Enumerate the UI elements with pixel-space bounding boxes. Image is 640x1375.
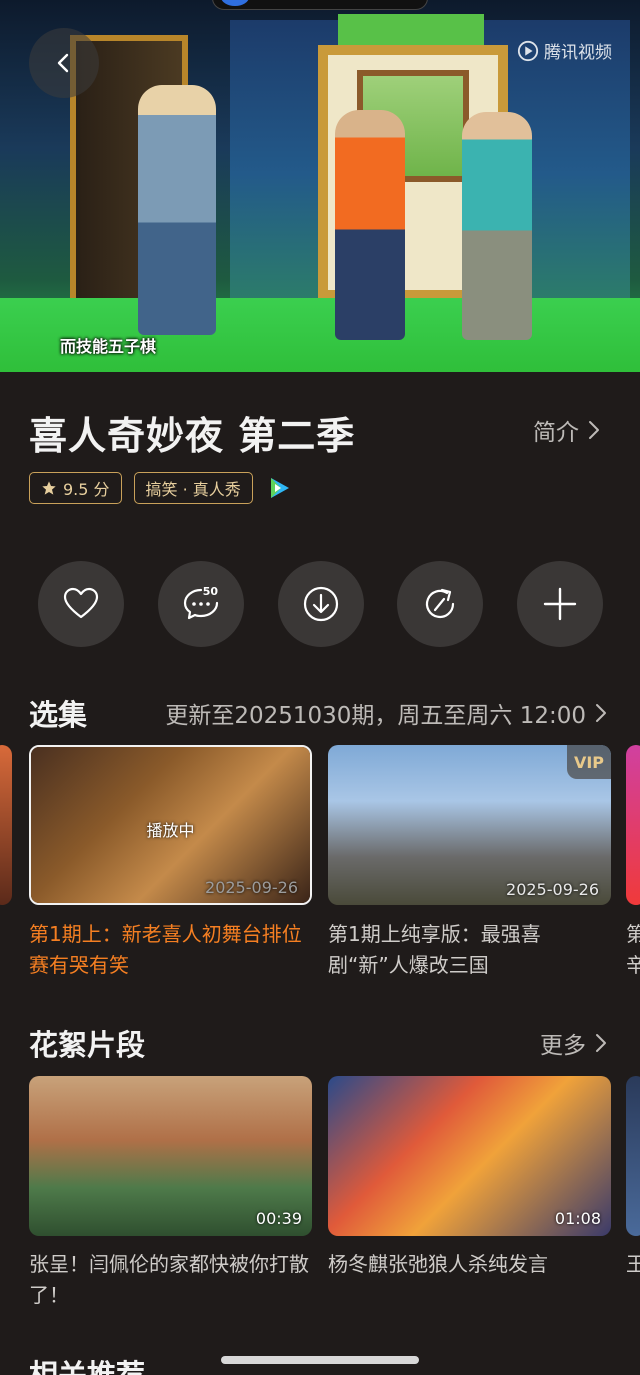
comment-count: 50 [202, 585, 219, 598]
chevron-left-icon [57, 53, 69, 73]
intro-label: 简介 [533, 420, 579, 446]
episodes-update-link[interactable]: 更新至20251030期，周五至周六 12:00 [165, 696, 608, 730]
action-bar: 50 [38, 561, 603, 647]
tencent-video-play-icon [270, 478, 289, 498]
episode-card[interactable]: 播放中 2025-09-26 [29, 745, 312, 905]
home-indicator[interactable] [221, 1356, 419, 1364]
stage-sign [338, 14, 484, 46]
chevron-right-icon [596, 704, 606, 722]
episode-date: 2025-09-26 [506, 880, 599, 899]
episode-thumbnail: VIP 2025-09-26 [328, 745, 611, 905]
episode-list: 播放中 2025-09-26 VIP 2025-09-26 第1期上：新老喜人初… [0, 745, 640, 985]
related-section-title: 相关推荐 [29, 1358, 146, 1375]
heart-icon [63, 587, 99, 619]
clips-section-title: 花絮片段 [29, 1028, 146, 1062]
watermark: 腾讯视频 [517, 38, 612, 63]
episode-title[interactable]: 第1期上纯享版：最强喜剧“新”人爆改三国 [328, 919, 611, 981]
download-button[interactable] [277, 561, 364, 647]
share-icon [426, 588, 455, 619]
video-subtitle: 而技能五子棋 [60, 337, 157, 356]
episodes-update-info: 更新至20251030期，周五至周六 12:00 [165, 703, 586, 729]
clip-duration: 01:08 [554, 1209, 601, 1228]
share-button[interactable] [397, 561, 484, 647]
clip-title[interactable]: 杨冬麒张弛狼人杀纯发言 [328, 1249, 611, 1280]
back-button[interactable] [29, 28, 99, 98]
tencent-video-logo-icon [517, 40, 539, 61]
performer-left [138, 85, 216, 335]
playing-label: 播放中 [146, 821, 195, 840]
episode-title[interactable]: 第1期上：新老喜人初舞台排位赛有哭有笑 [29, 919, 312, 981]
show-title: 喜人奇妙夜 第二季 [29, 414, 356, 458]
chevron-right-icon [596, 1034, 606, 1052]
show-tags: 9.5 分 搞笑 · 真人秀 [29, 472, 293, 504]
watermark-text: 腾讯视频 [544, 43, 612, 63]
episode-card[interactable]: VIP 2025-09-26 [328, 745, 611, 905]
clip-title-next[interactable]: 王 [626, 1249, 640, 1280]
intro-link[interactable]: 简介 [533, 413, 601, 447]
rating-text: 9.5 分 [63, 480, 110, 499]
star-icon [42, 481, 56, 495]
performer-middle [335, 110, 405, 340]
episode-date: 2025-09-26 [205, 878, 298, 897]
performer-right [462, 112, 532, 340]
clip-duration: 00:39 [255, 1209, 302, 1228]
episode-title-next[interactable]: 第辛 [626, 919, 640, 981]
download-icon [303, 586, 338, 622]
clip-list: 00:39 01:08 张呈！闫佩伦的家都快被你打散了！ 杨冬麒张弛狼人杀纯发言… [0, 1076, 640, 1316]
favorite-button[interactable] [38, 561, 124, 647]
clip-card-next[interactable] [626, 1076, 640, 1236]
vip-badge: VIP [567, 745, 611, 779]
genre-text: 搞笑 · 真人秀 [145, 480, 241, 499]
genre-tag[interactable]: 搞笑 · 真人秀 [133, 472, 253, 504]
chevron-right-icon [589, 421, 599, 439]
rating-tag: 9.5 分 [29, 472, 122, 504]
clip-card[interactable]: 00:39 [29, 1076, 312, 1236]
add-button[interactable] [517, 561, 603, 647]
clips-more-link[interactable]: 更多 [540, 1026, 608, 1060]
plus-icon [543, 587, 577, 621]
clip-title[interactable]: 张呈！闫佩伦的家都快被你打散了！ [29, 1249, 312, 1311]
video-player[interactable]: 而技能五子棋 腾讯视频 [0, 0, 640, 372]
clip-card[interactable]: 01:08 [328, 1076, 611, 1236]
episodes-section-title: 选集 [29, 698, 88, 732]
comment-button[interactable]: 50 [157, 561, 244, 647]
episode-thumbnail: 播放中 2025-09-26 [31, 747, 310, 903]
episode-card-prev[interactable] [0, 745, 12, 905]
episode-card-next[interactable] [626, 745, 640, 905]
more-label: 更多 [540, 1033, 586, 1059]
